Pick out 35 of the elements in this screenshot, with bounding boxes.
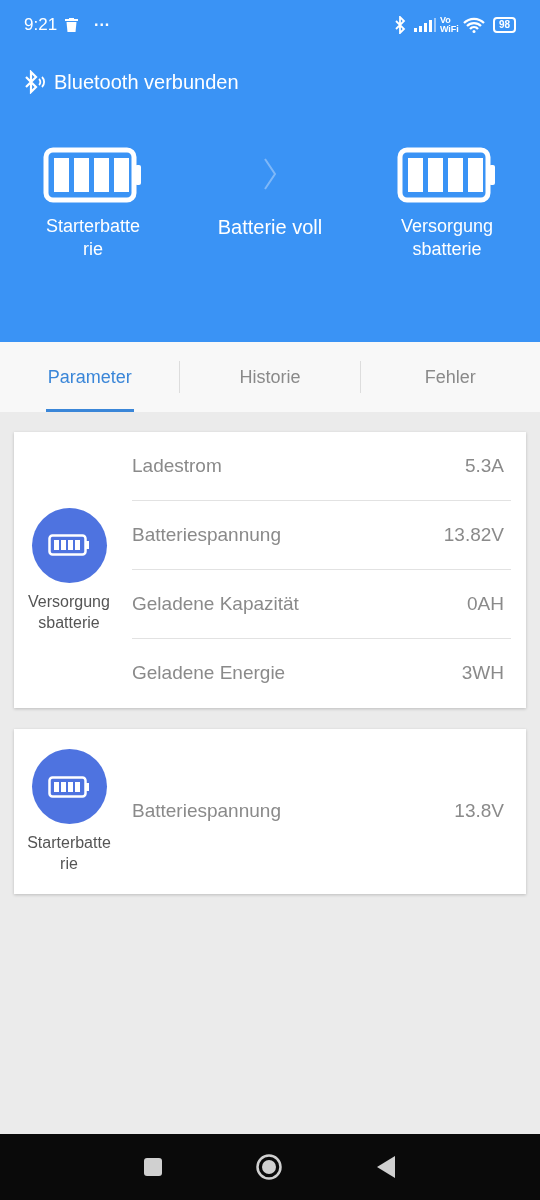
parameter-value: 3WH: [461, 661, 505, 686]
battery-name: Starterbatte rie: [27, 833, 111, 874]
parameter-label: Batteriespannung: [132, 522, 281, 547]
tab[interactable]: Parameter: [45, 342, 134, 412]
signal-icon: [413, 18, 436, 32]
parameter-value: 0AH: [467, 591, 505, 616]
parameter-label: Geladene Kapazität: [132, 591, 299, 616]
charge-status: Batterie voll: [217, 215, 323, 240]
battery-indicator: 98: [492, 17, 516, 33]
parameter-label: Ladestrom: [132, 453, 222, 478]
tab[interactable]: Historie: [237, 342, 303, 412]
chevron-right-icon: [263, 157, 277, 191]
battery-label: Versorgung sbatterie: [400, 215, 494, 261]
vowifi-label: WiFi: [439, 25, 459, 34]
vowifi-label: Vo: [439, 16, 452, 25]
connection-status: Bluetooth verbunden: [54, 70, 239, 95]
parameter-value: 13.82V: [443, 522, 505, 547]
wifi-icon: [462, 17, 485, 33]
trash-icon: [65, 18, 79, 32]
recent-apps-button[interactable]: [143, 1157, 163, 1177]
battery-icon: [43, 147, 143, 203]
bluetooth-icon: [24, 70, 46, 94]
home-button[interactable]: [255, 1153, 283, 1181]
more-indicator: ···: [94, 15, 111, 35]
battery-name: Versorgung sbatterie: [28, 591, 110, 633]
battery-icon: [397, 147, 497, 203]
back-button[interactable]: [375, 1155, 397, 1179]
parameter-value: 13.8V: [454, 799, 505, 824]
parameter-value: 5.3A: [464, 453, 505, 478]
clock: 9:21: [24, 14, 58, 37]
tab[interactable]: Fehler: [422, 342, 478, 412]
parameter-label: Batteriespannung: [132, 799, 281, 824]
battery-label: Starterbatte rie: [45, 215, 141, 261]
parameter-label: Geladene Energie: [132, 661, 286, 686]
bluetooth-icon: [393, 16, 406, 34]
